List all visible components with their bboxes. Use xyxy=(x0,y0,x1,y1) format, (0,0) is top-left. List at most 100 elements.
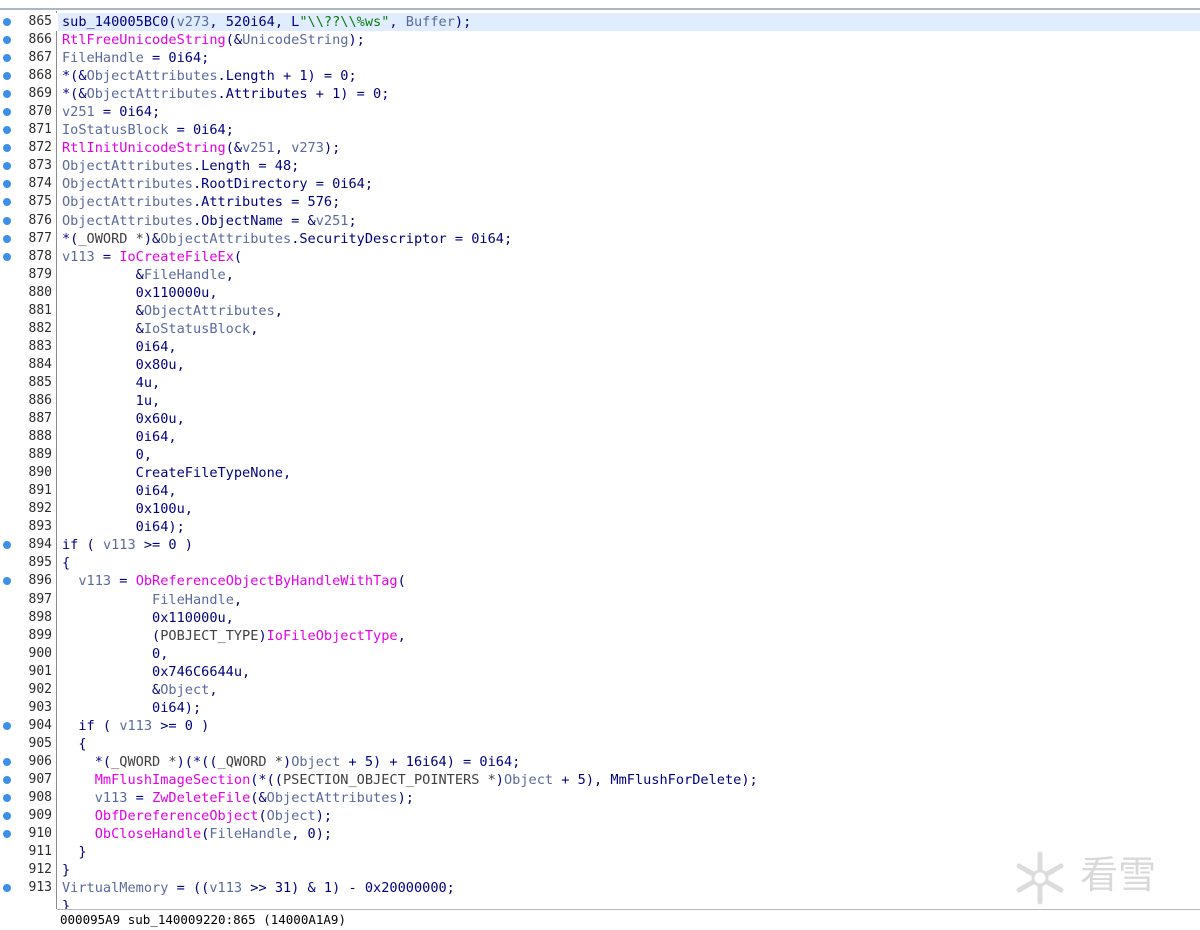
code-token[interactable]: = (( xyxy=(168,880,210,896)
code-token[interactable]: ObfDereferenceObject xyxy=(95,808,259,824)
code-token[interactable]: v251 xyxy=(62,104,95,120)
code-token[interactable]: ObjectAttributes xyxy=(62,176,193,192)
code-text[interactable]: ObjectAttributes.ObjectName = &v251; xyxy=(58,212,1200,230)
code-token[interactable]: ); xyxy=(316,808,332,824)
code-token[interactable]: 0x746C6644u, xyxy=(62,664,250,680)
code-token[interactable]: ) xyxy=(258,628,266,644)
code-token[interactable]: *(& xyxy=(62,68,87,84)
code-token[interactable]: .Attributes + 1) = 0; xyxy=(218,86,390,102)
code-line[interactable]: 866 RtlFreeUnicodeString(&UnicodeString); xyxy=(0,31,1200,49)
code-token[interactable]: } xyxy=(62,844,86,860)
code-line[interactable]: 878 v113 = IoCreateFileEx( xyxy=(0,248,1200,266)
code-token[interactable]: IoFileObjectType xyxy=(267,628,398,644)
code-token[interactable]: & xyxy=(62,321,144,337)
code-token[interactable] xyxy=(62,718,78,734)
code-line[interactable]: 874 ObjectAttributes.RootDirectory = 0i64… xyxy=(0,175,1200,193)
code-text[interactable]: 0, xyxy=(58,446,1200,464)
code-token[interactable]: ) xyxy=(496,772,504,788)
code-token[interactable]: IoStatusBlock xyxy=(144,321,250,337)
code-line[interactable]: 876 ObjectAttributes.ObjectName = &v251; xyxy=(0,212,1200,230)
code-text[interactable]: FileHandle, xyxy=(58,591,1200,609)
code-text[interactable]: ObjectAttributes.Attributes = 576; xyxy=(58,193,1200,211)
code-text[interactable]: 0x60u, xyxy=(58,410,1200,428)
code-token[interactable]: = 0i64; xyxy=(168,122,234,138)
code-line[interactable]: 884 0x80u, xyxy=(0,356,1200,374)
breakpoint-dot-icon[interactable] xyxy=(3,812,11,821)
code-token[interactable]: v113 xyxy=(119,718,152,734)
code-text[interactable]: MmFlushImageSection(*((PSECTION_OBJECT_P… xyxy=(58,771,1200,789)
code-token[interactable]: ObjectAttributes xyxy=(160,231,291,247)
breakpoint-dot-icon[interactable] xyxy=(3,884,11,893)
breakpoint-dot-icon[interactable] xyxy=(3,794,11,803)
code-token[interactable]: } xyxy=(62,862,70,878)
code-line[interactable]: 872 RtlInitUnicodeString(&v251, v273); xyxy=(0,139,1200,157)
code-token[interactable]: = 0i64; xyxy=(95,104,160,120)
code-token[interactable]: , xyxy=(275,140,291,156)
code-line[interactable]: 887 0x60u, xyxy=(0,410,1200,428)
breakpoint-dot-icon[interactable] xyxy=(3,36,11,45)
breakpoint-dot-icon[interactable] xyxy=(3,234,11,243)
code-token[interactable]: , xyxy=(234,592,242,608)
code-line[interactable]: 865 sub_140005BC0(v273, 520i64, L"\\??\\%… xyxy=(0,13,1200,32)
code-line[interactable]: 869 *(&ObjectAttributes.Attributes + 1) =… xyxy=(0,85,1200,103)
code-line[interactable]: 906 *(_QWORD *)(*((_QWORD *)Object + 5) … xyxy=(0,753,1200,771)
breakpoint-dot-icon[interactable] xyxy=(3,216,11,225)
code-token[interactable]: ObjectAttributes xyxy=(267,790,398,806)
code-token[interactable]: sub_140005BC0 xyxy=(62,14,168,30)
code-line[interactable]: 895 { xyxy=(0,554,1200,572)
code-token[interactable]: v273 xyxy=(177,14,210,30)
code-text[interactable]: *(&ObjectAttributes.Attributes + 1) = 0; xyxy=(58,85,1200,103)
code-token[interactable]: , xyxy=(226,267,234,283)
code-token[interactable]: ObReferenceObjectByHandleWithTag xyxy=(136,573,398,589)
code-token[interactable]: ( xyxy=(398,573,406,589)
code-line[interactable]: 873 ObjectAttributes.Length = 48; xyxy=(0,157,1200,175)
code-line[interactable]: 889 0, xyxy=(0,446,1200,464)
code-token[interactable]: IoStatusBlock xyxy=(62,122,168,138)
code-token[interactable] xyxy=(62,772,95,788)
code-text[interactable]: *(_QWORD *)(*((_QWORD *)Object + 5) + 16… xyxy=(58,753,1200,771)
code-token[interactable]: *(& xyxy=(62,86,87,102)
code-line[interactable]: 903 0i64); xyxy=(0,699,1200,717)
code-text[interactable]: 4u, xyxy=(58,374,1200,392)
code-token[interactable]: 0i64, xyxy=(62,339,177,355)
code-line[interactable]: 909 ObfDereferenceObject(Object); xyxy=(0,807,1200,825)
code-line[interactable]: 882 &IoStatusBlock, xyxy=(0,320,1200,338)
code-line[interactable]: 888 0i64, xyxy=(0,428,1200,446)
code-text[interactable]: &IoStatusBlock, xyxy=(58,320,1200,338)
code-token[interactable]: .Attributes = 576; xyxy=(193,194,340,210)
code-text[interactable]: 0x110000u, xyxy=(58,609,1200,627)
code-token[interactable]: "\\??\\%ws" xyxy=(299,14,389,30)
code-token[interactable]: .RootDirectory = 0i64; xyxy=(193,176,373,192)
code-text[interactable]: &ObjectAttributes, xyxy=(58,302,1200,320)
code-token[interactable]: ); xyxy=(455,14,471,30)
code-line[interactable]: 890 CreateFileTypeNone, xyxy=(0,464,1200,482)
code-token[interactable]: v113 xyxy=(103,537,136,553)
code-text[interactable]: IoStatusBlock = 0i64; xyxy=(58,121,1200,139)
code-line[interactable]: 881 &ObjectAttributes, xyxy=(0,302,1200,320)
code-token[interactable]: = xyxy=(111,573,136,589)
code-token[interactable]: Buffer xyxy=(406,14,455,30)
breakpoint-dot-icon[interactable] xyxy=(3,90,11,99)
code-token[interactable]: >= 0 ) xyxy=(136,537,193,553)
code-token[interactable]: ); xyxy=(348,32,364,48)
code-token[interactable]: (*(( xyxy=(250,772,283,788)
code-token[interactable]: 0i64); xyxy=(62,519,185,535)
code-text[interactable]: 0i64); xyxy=(58,518,1200,536)
code-line[interactable]: 893 0i64); xyxy=(0,518,1200,536)
code-line[interactable]: 870 v251 = 0i64; xyxy=(0,103,1200,121)
code-token[interactable]: 0, xyxy=(62,447,152,463)
code-token[interactable]: FileHandle xyxy=(62,50,144,66)
code-token[interactable]: v251 xyxy=(242,140,275,156)
breakpoint-dot-icon[interactable] xyxy=(3,830,11,839)
code-token[interactable]: 0x110000u, xyxy=(62,610,234,626)
code-text[interactable]: v113 = ZwDeleteFile(&ObjectAttributes); xyxy=(58,789,1200,807)
code-text[interactable]: { xyxy=(58,735,1200,753)
code-token[interactable]: ObjectAttributes xyxy=(87,86,218,102)
code-token[interactable]: v113 xyxy=(95,790,128,806)
code-token[interactable]: 0i64); xyxy=(62,700,201,716)
code-text[interactable]: v113 = ObReferenceObjectByHandleWithTag( xyxy=(58,572,1200,590)
code-token[interactable]: *( xyxy=(62,754,111,770)
code-line[interactable]: 879 &FileHandle, xyxy=(0,266,1200,284)
code-token[interactable]: & xyxy=(62,267,144,283)
breakpoint-dot-icon[interactable] xyxy=(3,72,11,81)
